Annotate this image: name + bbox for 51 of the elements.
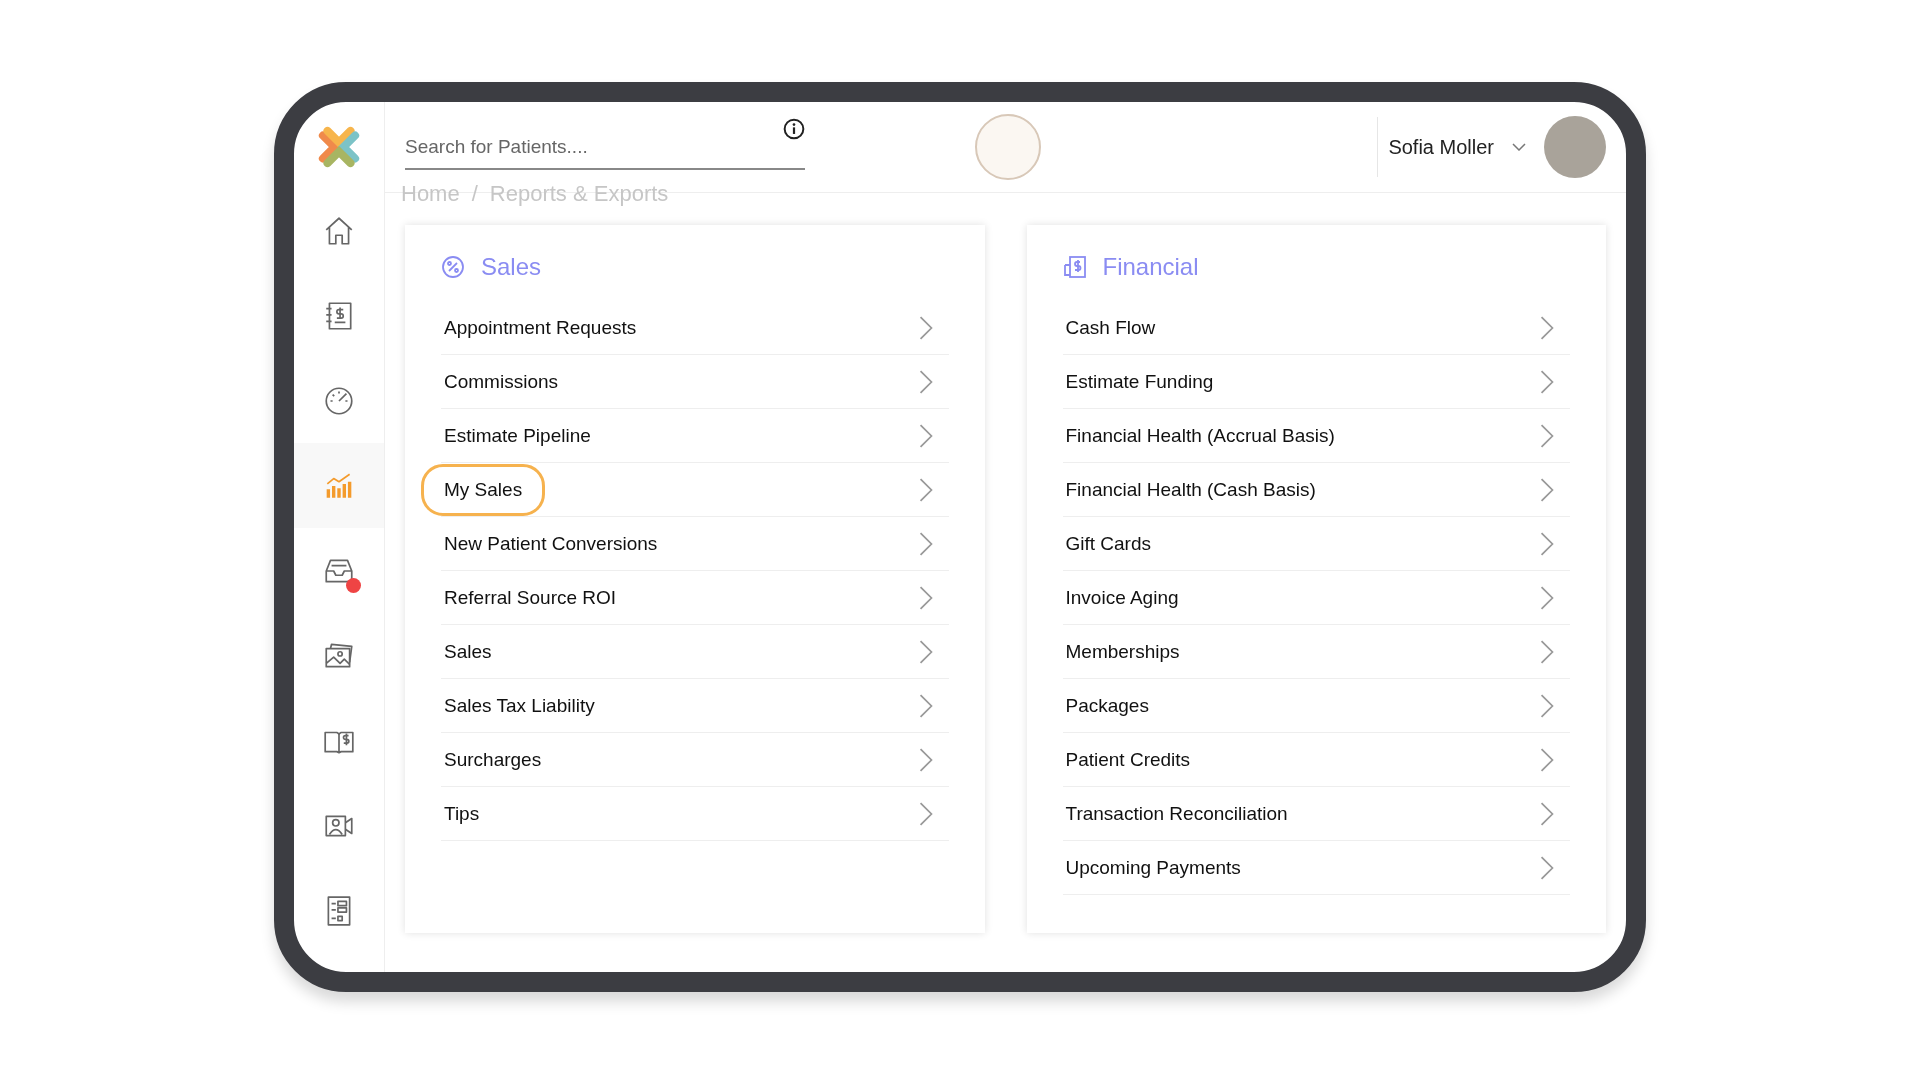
report-link[interactable]: Gift Cards	[1042, 517, 1175, 570]
chevron-down-icon[interactable]	[1512, 143, 1526, 151]
user-name[interactable]: Sofia Moller	[1388, 135, 1494, 159]
report-link[interactable]: Surcharges	[421, 733, 565, 786]
chevron-right-icon[interactable]	[1540, 423, 1554, 448]
chevron-right-icon[interactable]	[918, 585, 933, 610]
report-link[interactable]: Financial Health (Accrual Basis)	[1042, 409, 1358, 462]
chevron-right-icon[interactable]	[1540, 693, 1554, 718]
chevron-right-icon[interactable]	[918, 639, 933, 664]
brand-logo-icon	[316, 124, 362, 170]
report-link[interactable]: Estimate Pipeline	[421, 409, 614, 462]
report-link[interactable]: Commissions	[421, 355, 582, 408]
chevron-right-icon[interactable]	[918, 423, 933, 448]
report-link[interactable]: Upcoming Payments	[1042, 841, 1264, 894]
report-link[interactable]: My Sales	[421, 463, 546, 516]
chevron-right-icon[interactable]	[1540, 747, 1554, 772]
report-link[interactable]: Referral Source ROI	[421, 571, 640, 624]
chevron-right-icon[interactable]	[918, 801, 933, 826]
chevron-right-icon[interactable]	[1540, 801, 1554, 826]
report-link[interactable]: Tips	[421, 787, 503, 840]
chevron-right-icon[interactable]	[1540, 315, 1554, 340]
chevron-right-icon[interactable]	[918, 315, 933, 340]
report-link[interactable]: Patient Credits	[1042, 733, 1214, 786]
money-icon	[1062, 255, 1087, 279]
chevron-right-icon[interactable]	[918, 747, 933, 772]
report-link[interactable]: Packages	[1042, 679, 1172, 732]
report-link[interactable]: Sales	[421, 625, 515, 678]
breadcrumb-separator: /	[471, 185, 478, 203]
panel-title: Sales	[481, 253, 542, 281]
info-icon[interactable]	[783, 118, 805, 140]
chevron-right-icon[interactable]	[918, 477, 933, 502]
chevron-right-icon[interactable]	[918, 531, 933, 556]
report-link[interactable]: Financial Health (Cash Basis)	[1042, 463, 1339, 516]
chevron-right-icon[interactable]	[1540, 639, 1554, 664]
chevron-right-icon[interactable]	[1540, 531, 1554, 556]
chevron-right-icon[interactable]	[918, 693, 933, 718]
percent-icon	[441, 255, 465, 279]
report-link[interactable]: Invoice Aging	[1042, 571, 1202, 624]
report-link[interactable]: Transaction Reconciliation	[1042, 787, 1311, 840]
report-link[interactable]: Sales Tax Liability	[421, 679, 618, 732]
chevron-right-icon[interactable]	[1540, 369, 1554, 394]
chevron-right-icon[interactable]	[1540, 585, 1554, 610]
chevron-right-icon[interactable]	[1540, 477, 1554, 502]
report-link[interactable]: New Patient Conversions	[421, 517, 681, 570]
report-link[interactable]: Cash Flow	[1042, 301, 1179, 354]
report-link[interactable]: Estimate Funding	[1042, 355, 1237, 408]
panel-title: Financial	[1102, 253, 1199, 281]
report-link[interactable]: Memberships	[1042, 625, 1203, 678]
chevron-right-icon[interactable]	[1540, 855, 1554, 880]
report-link[interactable]: Appointment Requests	[421, 301, 660, 354]
chevron-right-icon[interactable]	[918, 369, 933, 394]
